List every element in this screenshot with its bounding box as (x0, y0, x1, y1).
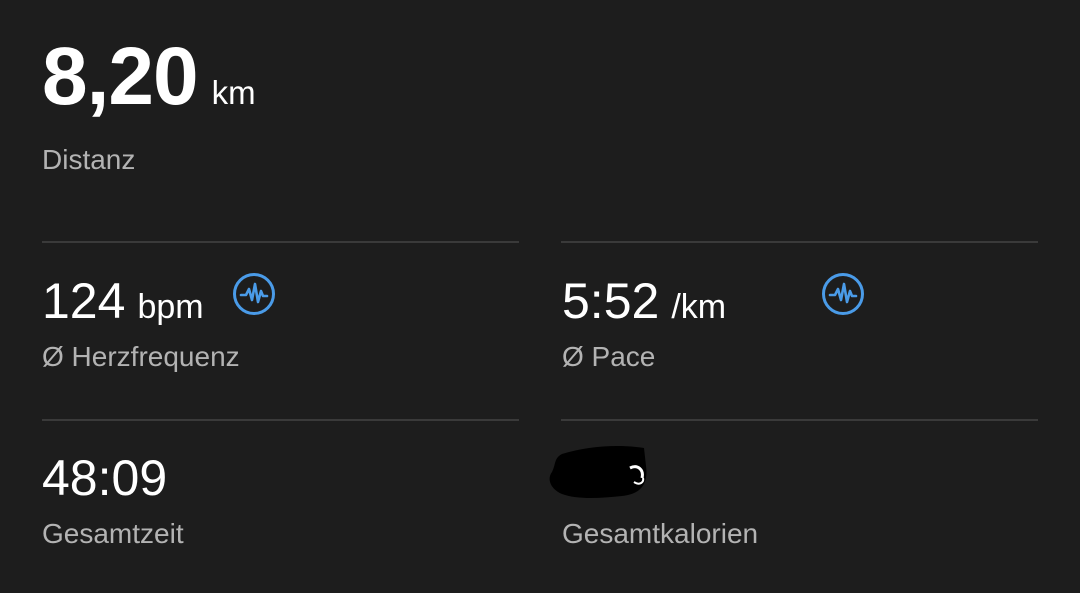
distance-label: Distanz (42, 144, 136, 175)
pace-value-group: 5:52 /km (562, 276, 726, 327)
heart-rate-label: Ø Herzfrequenz (42, 341, 240, 372)
distance-value: 8,20 (42, 31, 199, 122)
divider (42, 419, 519, 421)
pace-wave-icon[interactable] (821, 272, 865, 316)
divider (42, 241, 519, 243)
calories-redaction (548, 442, 652, 500)
pace-label: Ø Pace (562, 341, 656, 372)
total-time-value-group: 48:09 (42, 453, 167, 503)
calories-label: Gesamtkalorien (562, 518, 759, 549)
pace-unit: /km (671, 288, 727, 326)
pace-value: 5:52 (562, 273, 660, 329)
distance-value-group: 8,20 km (42, 36, 256, 118)
heart-rate-value-group: 124 bpm (42, 276, 204, 327)
divider (561, 419, 1038, 421)
total-time-value: 48:09 (42, 450, 168, 506)
heart-rate-wave-icon[interactable] (232, 272, 276, 316)
divider (561, 241, 1038, 243)
total-time-label: Gesamtzeit (42, 518, 184, 549)
heart-rate-unit: bpm (137, 288, 204, 326)
heart-rate-value: 124 (42, 273, 126, 329)
distance-unit: km (211, 74, 256, 111)
